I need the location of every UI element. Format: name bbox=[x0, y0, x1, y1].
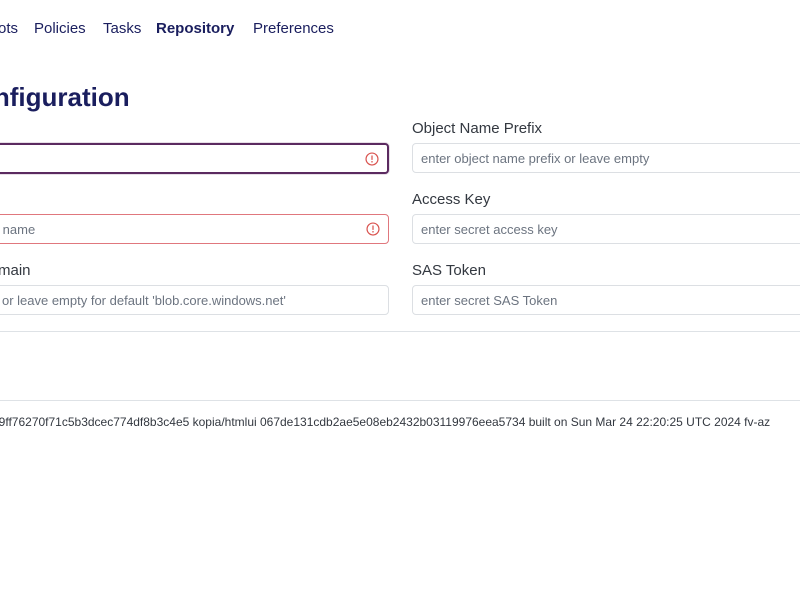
azure-domain-field[interactable] bbox=[0, 285, 389, 315]
sas-token-input[interactable] bbox=[413, 286, 800, 314]
container-name-input[interactable] bbox=[0, 145, 387, 172]
build-info: c39ff76270f71c5b3dcec774df8b3c4e5 kopia/… bbox=[0, 415, 771, 429]
nav-item-repository[interactable]: Repository bbox=[156, 19, 234, 39]
storage-account-field[interactable] bbox=[0, 214, 389, 244]
azure-domain-input[interactable] bbox=[0, 286, 388, 314]
object-name-prefix-field[interactable] bbox=[412, 143, 800, 173]
nav-item-tasks[interactable]: Tasks bbox=[103, 19, 141, 39]
sas-token-field[interactable] bbox=[412, 285, 800, 315]
access-key-field[interactable] bbox=[412, 214, 800, 244]
object-name-prefix-label: Object Name Prefix bbox=[412, 120, 543, 137]
object-name-prefix-input[interactable] bbox=[413, 144, 800, 172]
error-icon bbox=[366, 222, 380, 236]
storage-account-input[interactable] bbox=[0, 215, 388, 243]
footer-divider bbox=[0, 400, 800, 401]
container-name-field[interactable] bbox=[0, 143, 389, 174]
page: ots Policies Tasks Repository Preference… bbox=[0, 0, 800, 600]
nav-item-policies[interactable]: Policies bbox=[34, 19, 86, 39]
access-key-label: Access Key bbox=[412, 191, 491, 208]
azure-domain-label: main bbox=[0, 262, 31, 279]
error-icon bbox=[365, 151, 379, 166]
nav-item-preferences[interactable]: Preferences bbox=[253, 19, 334, 39]
nav-item-snapshots[interactable]: ots bbox=[0, 19, 18, 39]
access-key-input[interactable] bbox=[413, 215, 800, 243]
sas-token-label: SAS Token bbox=[412, 262, 486, 279]
page-title: onfiguration bbox=[0, 82, 130, 112]
form-divider bbox=[0, 331, 800, 332]
